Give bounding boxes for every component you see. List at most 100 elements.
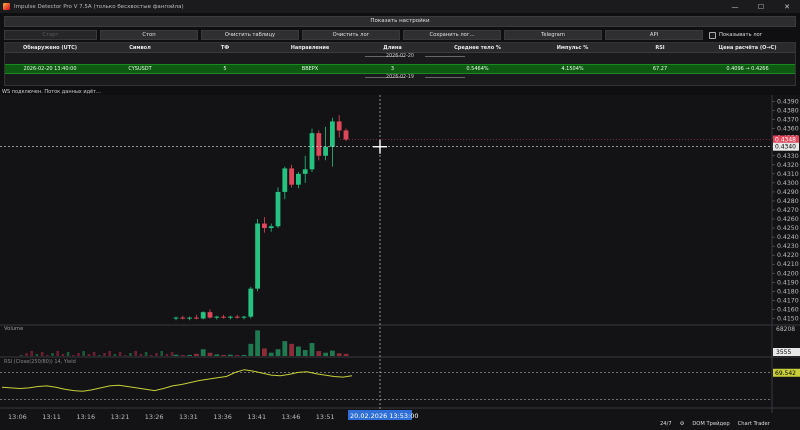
col-impulse[interactable]: Импульс % (525, 43, 620, 52)
volume-bar (234, 355, 240, 356)
table-row[interactable]: 2026-02-20 13:40:00 CYSUSDT 5 ВВЕРХ 3 0.… (5, 64, 795, 74)
price-tick-label: 0.4230 (777, 243, 799, 250)
volume-bar (275, 349, 281, 356)
volume-bar (92, 352, 96, 356)
volume-bar (108, 351, 111, 356)
toolbar: Старт Стоп Очистить таблицу Очистить лог… (4, 30, 796, 40)
show-log-checkbox[interactable] (709, 31, 716, 39)
save-log-button[interactable]: Сохранить лог... (403, 30, 501, 40)
volume-bar (155, 353, 158, 356)
volume-bar (207, 352, 213, 356)
volume-bar (221, 354, 226, 356)
telegram-button[interactable]: Telegram (504, 30, 602, 40)
price-tick-label: 0.4390 (777, 99, 799, 106)
col-detected[interactable]: Обнаружено (UTC) (5, 43, 95, 52)
col-direction[interactable]: Направление (265, 43, 355, 52)
cell-tf: 5 (223, 66, 227, 72)
col-tf[interactable]: ТФ (185, 43, 265, 52)
candle-body (200, 312, 206, 319)
volume-bar (165, 354, 169, 356)
title-bar: Impulse Detector Pro V 7.5A (только бесх… (0, 0, 800, 13)
volume-bar (46, 355, 49, 356)
rsi-label: RSI (Close(250/80)) 14, Yield (4, 359, 76, 365)
candle-body (316, 133, 322, 156)
candle-body (330, 121, 335, 147)
volume-bar (309, 343, 315, 356)
cell-detected: 2026-02-20 13:40:00 (23, 66, 77, 72)
time-tick-label: 13:06 (8, 413, 27, 421)
candle-body (255, 223, 260, 289)
minimize-button[interactable]: — (722, 0, 748, 13)
date-group-row: 2026-02-19 (5, 74, 795, 81)
col-calc-price[interactable]: Цена расчёта (O→C) (700, 43, 795, 52)
api-button[interactable]: API (605, 30, 703, 40)
time-tick-label: 13:21 (111, 413, 130, 421)
candle-body (309, 133, 315, 170)
price-tick-label: 0.4210 (777, 261, 799, 268)
rsi-value: 69.542 (775, 370, 796, 377)
candle-body (289, 168, 294, 185)
volume-bar (343, 353, 349, 356)
cell-rsi: 67.27 (652, 66, 668, 72)
candle-body (214, 316, 220, 318)
candle-body (296, 173, 301, 185)
volume-bar (87, 354, 91, 356)
col-rsi[interactable]: RSI (620, 43, 700, 52)
price-chart[interactable]: 0.43900.43800.43700.43600.43500.43400.43… (0, 95, 800, 430)
candle-body (268, 226, 274, 229)
col-length[interactable]: Длина (355, 43, 430, 52)
candle-body (187, 317, 192, 319)
volume-bar (262, 348, 267, 356)
time-tick-label: 13:41 (247, 413, 266, 421)
volume-bar (228, 354, 233, 356)
chart-svg[interactable]: 0.43900.43800.43700.43600.43500.43400.43… (0, 95, 800, 430)
price-tick-label: 0.4260 (777, 216, 799, 223)
candle-body (207, 312, 213, 318)
candle-body (275, 191, 281, 227)
volume-bar (144, 352, 148, 356)
date-group-label: 2026-02-20 (386, 54, 414, 59)
settings-icon[interactable]: ⚙ (680, 421, 685, 427)
volume-bar (98, 355, 101, 356)
price-tick-label: 0.4220 (777, 252, 799, 259)
show-settings-button[interactable]: Показать настройки (4, 16, 796, 27)
price-tick-label: 0.4360 (777, 126, 799, 133)
time-tick-label: 13:46 (282, 413, 301, 421)
volume-bar (66, 352, 70, 356)
col-symbol[interactable]: Символ (95, 43, 185, 52)
volume-bar (77, 353, 80, 356)
candle-body (282, 168, 288, 192)
volume-bar (323, 352, 328, 356)
time-tick-label: 13:36 (213, 413, 232, 421)
price-tick-label: 0.4250 (777, 225, 799, 232)
crosshair-price-value: 0.4340 (775, 144, 796, 151)
show-log-toggle[interactable]: Показывать лог (709, 30, 762, 40)
show-log-label: Показывать лог (719, 32, 763, 38)
dom-trader-link[interactable]: DOM Трейдер (692, 421, 729, 427)
volume-bar (150, 355, 153, 356)
date-group-row: 2026-02-20 (5, 53, 795, 60)
candle-body (323, 146, 328, 156)
window-title: Impulse Detector Pro V 7.5A (только бесх… (14, 3, 184, 10)
col-avg-body[interactable]: Среднее тело % (430, 43, 525, 52)
start-button[interactable]: Старт (4, 30, 97, 40)
chart-trader-link[interactable]: Chart Trader (738, 421, 770, 427)
close-button[interactable]: ✕ (774, 0, 800, 13)
stop-button[interactable]: Стоп (100, 30, 198, 40)
price-tick-label: 0.4280 (777, 198, 799, 205)
candle-body (248, 288, 254, 317)
volume-label: Volume (4, 326, 23, 332)
app-icon (3, 3, 10, 10)
volume-bar (282, 341, 288, 356)
clear-log-button[interactable]: Очистить лог (302, 30, 400, 40)
volume-bar (248, 343, 254, 356)
clear-table-button[interactable]: Очистить таблицу (201, 30, 299, 40)
candle-body (343, 130, 349, 140)
candle-body (302, 169, 308, 174)
volume-bar (124, 355, 127, 356)
maximize-button[interactable]: ☐ (748, 0, 774, 13)
volume-bar (330, 350, 335, 356)
session-label[interactable]: 24/7 (660, 421, 672, 427)
current-price-value: 0.4348 (775, 136, 796, 143)
volume-bar (241, 354, 247, 356)
